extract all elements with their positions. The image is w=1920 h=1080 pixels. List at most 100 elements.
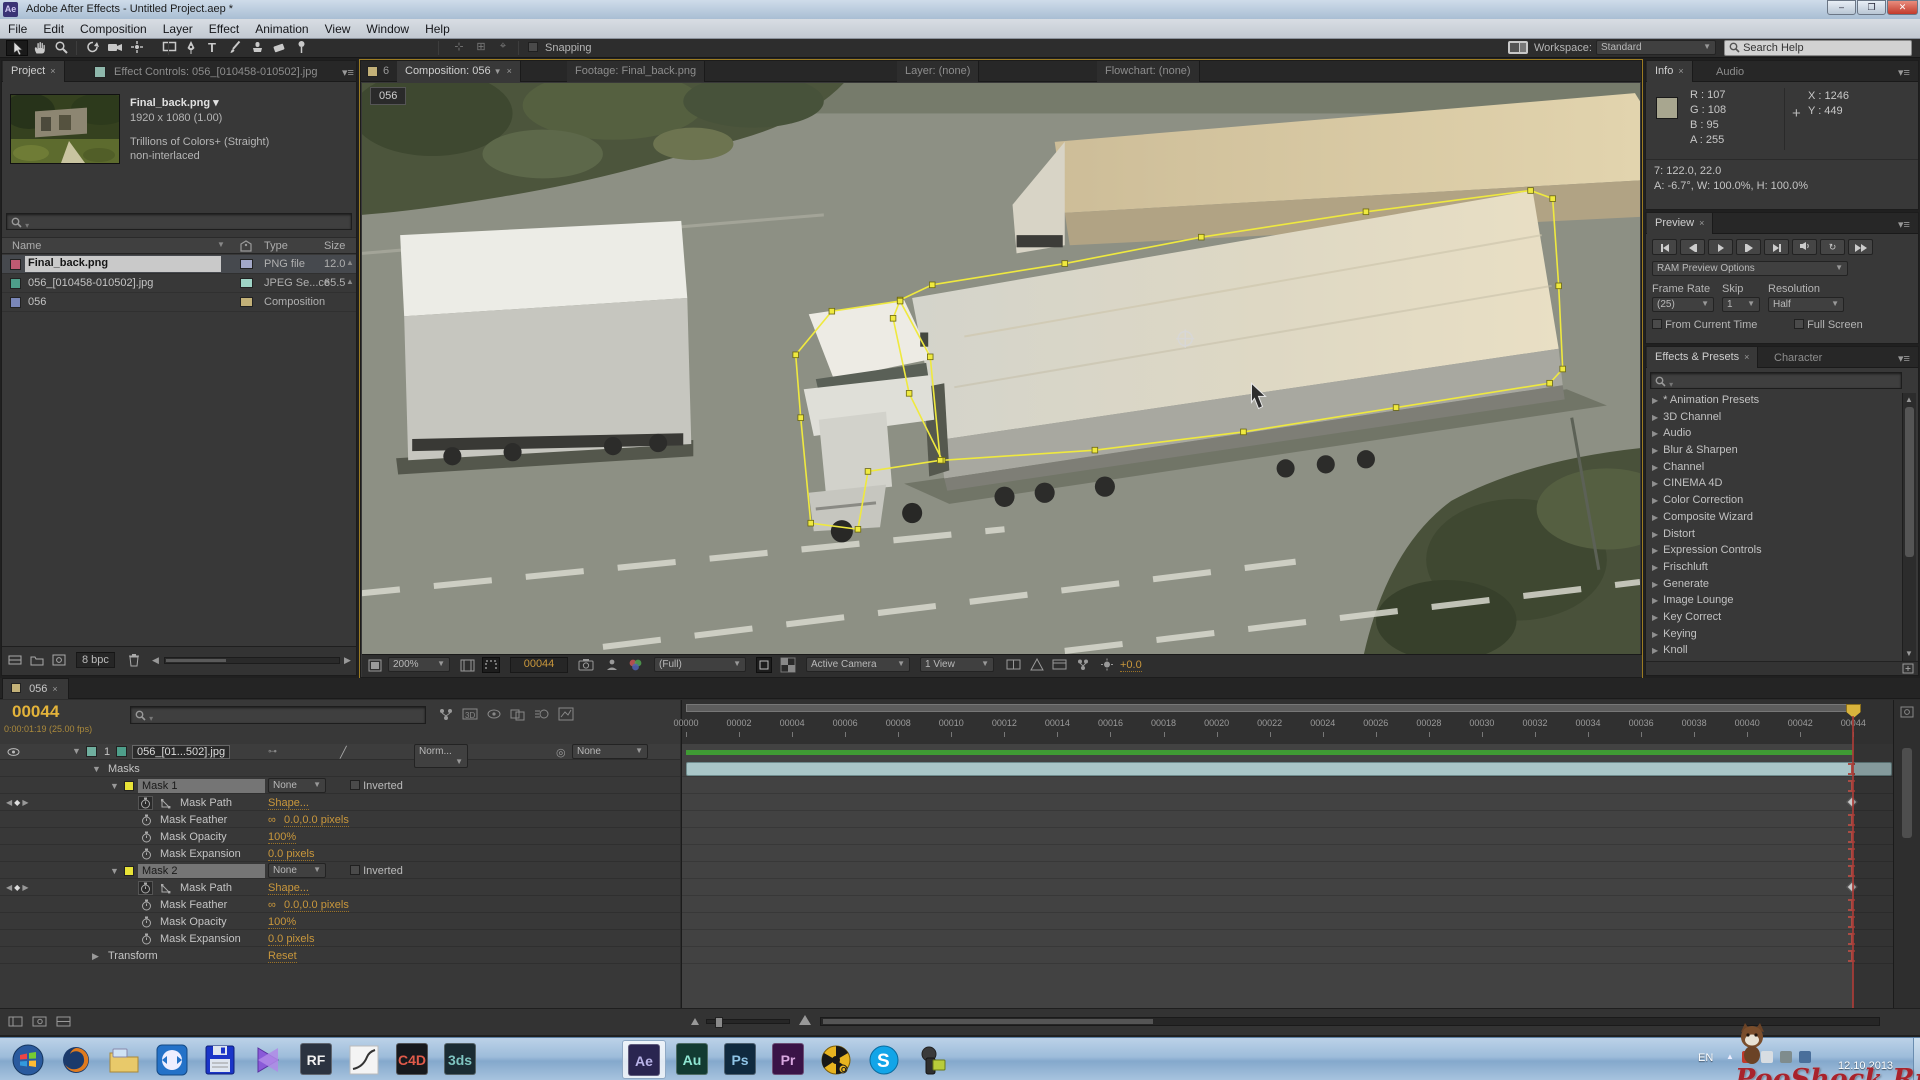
- project-list-header[interactable]: Name ▼ Type Size: [2, 237, 356, 254]
- pan-behind-tool-icon[interactable]: [126, 40, 148, 56]
- selection-tool-icon[interactable]: [6, 40, 28, 56]
- composition-mini-flowchart-icon[interactable]: [438, 707, 454, 724]
- label-swatch[interactable]: [240, 278, 253, 288]
- project-row[interactable]: Final_back.pngPNG file12.0▲: [2, 255, 356, 274]
- mask-color-swatch[interactable]: [124, 866, 134, 876]
- audition[interactable]: Au: [670, 1040, 714, 1079]
- camera-dropdown[interactable]: Active Camera▼: [806, 657, 910, 672]
- effects-category-frischluft[interactable]: ▶Frischluft: [1646, 560, 1900, 577]
- twirl-icon[interactable]: ▼: [110, 866, 119, 876]
- property-value[interactable]: 0.0,0.0 pixels: [284, 899, 349, 912]
- comp-button-icon[interactable]: [1900, 706, 1914, 721]
- firefox[interactable]: [54, 1040, 98, 1079]
- teamviewer[interactable]: [150, 1040, 194, 1079]
- prev-frame-button[interactable]: [1680, 239, 1705, 255]
- mask-vertex[interactable]: [1092, 447, 1098, 453]
- mask-vertex[interactable]: [890, 315, 896, 321]
- view-layout-dropdown[interactable]: 1 View▼: [920, 657, 994, 672]
- mask-vertex[interactable]: [1560, 366, 1566, 372]
- panel-menu-icon[interactable]: ▾≡: [342, 66, 354, 79]
- mask-vertex[interactable]: [865, 469, 871, 475]
- nuke[interactable]: O: [814, 1040, 858, 1079]
- property-value[interactable]: Shape...: [268, 797, 309, 810]
- tab-preview[interactable]: Preview×: [1647, 213, 1713, 234]
- masks-row[interactable]: ▼Masks: [0, 761, 680, 777]
- mask-vertex[interactable]: [808, 520, 814, 526]
- effects-category-blur-sharpen[interactable]: ▶Blur & Sharpen: [1646, 443, 1900, 460]
- eraser-tool-icon[interactable]: [268, 40, 290, 56]
- mask-1-row[interactable]: ▼Mask 1None▼ Inverted: [0, 778, 680, 794]
- property-row-mask-feather[interactable]: Mask Feather∞0.0,0.0 pixels: [0, 812, 680, 828]
- effects-category-key-correct[interactable]: ▶Key Correct: [1646, 610, 1900, 627]
- ram-preview-options-dropdown[interactable]: RAM Preview Options▼: [1652, 261, 1848, 276]
- floppy-save-app[interactable]: [198, 1040, 242, 1079]
- close-button[interactable]: ✕: [1887, 0, 1918, 15]
- column-size[interactable]: Size: [324, 240, 345, 252]
- footage-name[interactable]: Final_back.png ▾: [130, 96, 219, 109]
- view-breadcrumb[interactable]: 056: [370, 87, 406, 105]
- menu-layer[interactable]: Layer: [155, 19, 201, 39]
- menu-animation[interactable]: Animation: [247, 19, 316, 39]
- timeline-vscroll[interactable]: [1893, 700, 1920, 1008]
- zoom-in-mountain-icon[interactable]: [798, 1014, 812, 1029]
- layer-row[interactable]: ▼1056_[01...502].jpg⊶╱Norm...▼◎None▼: [0, 744, 680, 760]
- exposure-icon[interactable]: [1100, 658, 1114, 674]
- mask-mode-dropdown[interactable]: None▼: [268, 778, 326, 793]
- property-value[interactable]: 100%: [268, 831, 296, 844]
- windows-explorer[interactable]: [102, 1040, 146, 1079]
- layer-twirl[interactable]: ▼: [72, 746, 81, 756]
- axis-local-icon[interactable]: ⊹: [448, 40, 470, 56]
- premiere[interactable]: Pr: [766, 1040, 810, 1079]
- track-row[interactable]: [682, 761, 1894, 777]
- effect-controls-icon[interactable]: [94, 66, 106, 78]
- start-button[interactable]: [6, 1040, 50, 1079]
- mask-vertex[interactable]: [1062, 261, 1068, 267]
- current-frame[interactable]: 00044: [12, 702, 59, 722]
- property-row-mask-path[interactable]: ◀◆▶Mask PathShape...: [0, 880, 680, 896]
- loop-button[interactable]: ↻: [1820, 239, 1845, 255]
- exposure-value[interactable]: +0.0: [1120, 659, 1142, 672]
- hscroll-right-icon[interactable]: ▶: [344, 655, 351, 666]
- after-effects[interactable]: Ae: [622, 1040, 666, 1079]
- mask-vertex[interactable]: [798, 415, 804, 421]
- project-row[interactable]: 056_[010458-010502].jpgJPEG Se...ce65.5▲: [2, 274, 356, 293]
- info-panel-menu-icon[interactable]: ▾≡: [1898, 66, 1910, 79]
- effects-category--animation-presets[interactable]: ▶* Animation Presets: [1646, 393, 1900, 410]
- effects-category-expression-controls[interactable]: ▶Expression Controls: [1646, 543, 1900, 560]
- type-tool-icon[interactable]: T: [202, 40, 224, 56]
- layer-eye-icon[interactable]: [7, 747, 20, 760]
- property-row-mask-opacity[interactable]: Mask Opacity100%: [0, 829, 680, 845]
- mask-2-row[interactable]: ▼Mask 2None▼ Inverted: [0, 863, 680, 879]
- property-row-mask-opacity[interactable]: Mask Opacity100%: [0, 914, 680, 930]
- audio-button[interactable]: [1792, 239, 1817, 255]
- layer-label-swatch[interactable]: [86, 746, 97, 757]
- mask-inverted-checkbox[interactable]: Inverted: [350, 865, 403, 877]
- tray-expand-icon[interactable]: ▲: [1726, 1052, 1734, 1061]
- stopwatch-icon[interactable]: [141, 933, 152, 948]
- menu-file[interactable]: File: [0, 19, 35, 39]
- timeline-search-input[interactable]: ▾: [130, 706, 426, 724]
- tab-footage[interactable]: Footage: Final_back.png: [567, 61, 705, 82]
- resolution-preview-dropdown[interactable]: Half▼: [1768, 297, 1844, 312]
- search-help-input[interactable]: Search Help: [1724, 40, 1912, 56]
- track-row[interactable]: [682, 948, 1894, 964]
- tab-info[interactable]: Info×: [1647, 61, 1693, 82]
- mask-vertex[interactable]: [1241, 429, 1247, 435]
- layer-name[interactable]: 056_[01...502].jpg: [132, 745, 230, 759]
- track-row[interactable]: [682, 778, 1894, 794]
- graph-editor-icon[interactable]: [558, 707, 574, 724]
- effects-category-color-correction[interactable]: ▶Color Correction: [1646, 493, 1900, 510]
- project-row[interactable]: 056Composition: [2, 293, 356, 312]
- hscroll-left-icon[interactable]: ◀: [152, 655, 159, 666]
- new-composition-icon[interactable]: [52, 654, 66, 669]
- effects-category-composite-wizard[interactable]: ▶Composite Wizard: [1646, 510, 1900, 527]
- viewer-timecode[interactable]: 00044: [510, 657, 568, 673]
- fast-preview-icon[interactable]: [1030, 658, 1044, 674]
- mask-vertex[interactable]: [906, 391, 912, 397]
- track-row[interactable]: [682, 795, 1894, 811]
- cinema4d[interactable]: C4D: [390, 1040, 434, 1079]
- mask-vertex[interactable]: [855, 526, 861, 532]
- tab-character[interactable]: Character: [1774, 352, 1822, 364]
- minimize-button[interactable]: –: [1827, 0, 1856, 15]
- effects-category-3d-channel[interactable]: ▶3D Channel: [1646, 410, 1900, 427]
